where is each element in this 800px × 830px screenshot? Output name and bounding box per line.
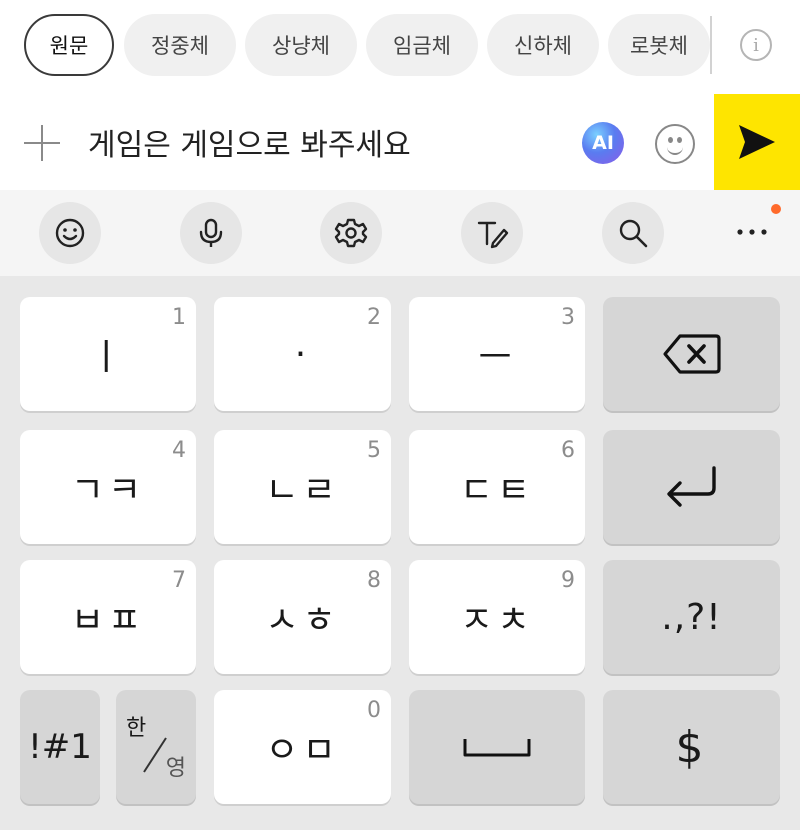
handwriting-button[interactable] xyxy=(461,202,523,264)
search-icon xyxy=(619,219,648,248)
voice-input-button[interactable] xyxy=(180,202,242,264)
mic-icon xyxy=(199,218,223,247)
more-icon[interactable] xyxy=(730,220,774,244)
symbols-key[interactable]: !#1 xyxy=(20,690,100,804)
search-button[interactable] xyxy=(602,202,664,264)
key-9[interactable]: 9 ㅈㅊ xyxy=(409,560,585,674)
key-0[interactable]: 0 ㅇㅁ xyxy=(214,690,391,804)
key-7[interactable]: 7 ㅂㅍ xyxy=(20,560,196,674)
key-4[interactable]: 4 ㄱㅋ xyxy=(20,430,196,544)
key-8[interactable]: 8 ㅅㅎ xyxy=(214,560,391,674)
key-6[interactable]: 6 ㄷㅌ xyxy=(409,430,585,544)
chip-servant[interactable]: 신하체 xyxy=(487,14,599,76)
handwriting-icon xyxy=(477,221,509,249)
punctuation-key[interactable]: .,?! xyxy=(603,560,780,674)
keyboard: 1 ㅣ 2 · 3 ㅡ 4 ㄱㅋ 5 ㄴㄹ 6 ㄷㅌ 7 ㅂㅍ 8 ㅅㅎ 9 ㅈ… xyxy=(0,276,800,830)
emoticon-icon[interactable] xyxy=(655,124,695,164)
chip-polite[interactable]: 정중체 xyxy=(124,14,236,76)
key-1[interactable]: 1 ㅣ xyxy=(20,297,196,411)
chip-original[interactable]: 원문 xyxy=(24,14,114,76)
chip-robot[interactable]: 로봇체 xyxy=(608,14,710,76)
send-icon xyxy=(739,125,775,159)
key-5[interactable]: 5 ㄴㄹ xyxy=(214,430,391,544)
notification-dot xyxy=(771,204,781,214)
chip-king[interactable]: 임금체 xyxy=(366,14,478,76)
emoji-icon xyxy=(55,218,85,248)
info-icon[interactable]: i xyxy=(740,29,772,61)
settings-icon xyxy=(334,218,368,248)
currency-key[interactable]: $ xyxy=(603,690,780,804)
language-switch-key[interactable]: 한 영 xyxy=(116,690,196,804)
chip-friendly[interactable]: 상냥체 xyxy=(245,14,357,76)
key-2[interactable]: 2 · xyxy=(214,297,391,411)
send-button[interactable] xyxy=(714,94,800,190)
ai-icon[interactable]: AI xyxy=(582,122,624,164)
space-icon xyxy=(463,739,531,757)
emoji-button[interactable] xyxy=(39,202,101,264)
info-glyph: i xyxy=(753,34,759,56)
enter-icon xyxy=(666,466,716,507)
plus-icon[interactable] xyxy=(24,125,60,161)
space-key[interactable] xyxy=(409,690,585,804)
slash-icon xyxy=(143,737,167,773)
ai-label: AI xyxy=(592,132,614,154)
keyboard-toolbar xyxy=(0,190,800,276)
enter-key[interactable] xyxy=(603,430,780,544)
settings-button[interactable] xyxy=(320,202,382,264)
backspace-icon xyxy=(662,334,721,374)
chip-divider xyxy=(710,16,712,74)
message-input[interactable]: 게임은 게임으로 봐주세요 xyxy=(88,120,411,164)
key-3[interactable]: 3 ㅡ xyxy=(409,297,585,411)
backspace-key[interactable] xyxy=(603,297,780,411)
tone-chip-bar: 원문 정중체 상냥체 임금체 신하체 로봇체 i xyxy=(0,0,800,92)
